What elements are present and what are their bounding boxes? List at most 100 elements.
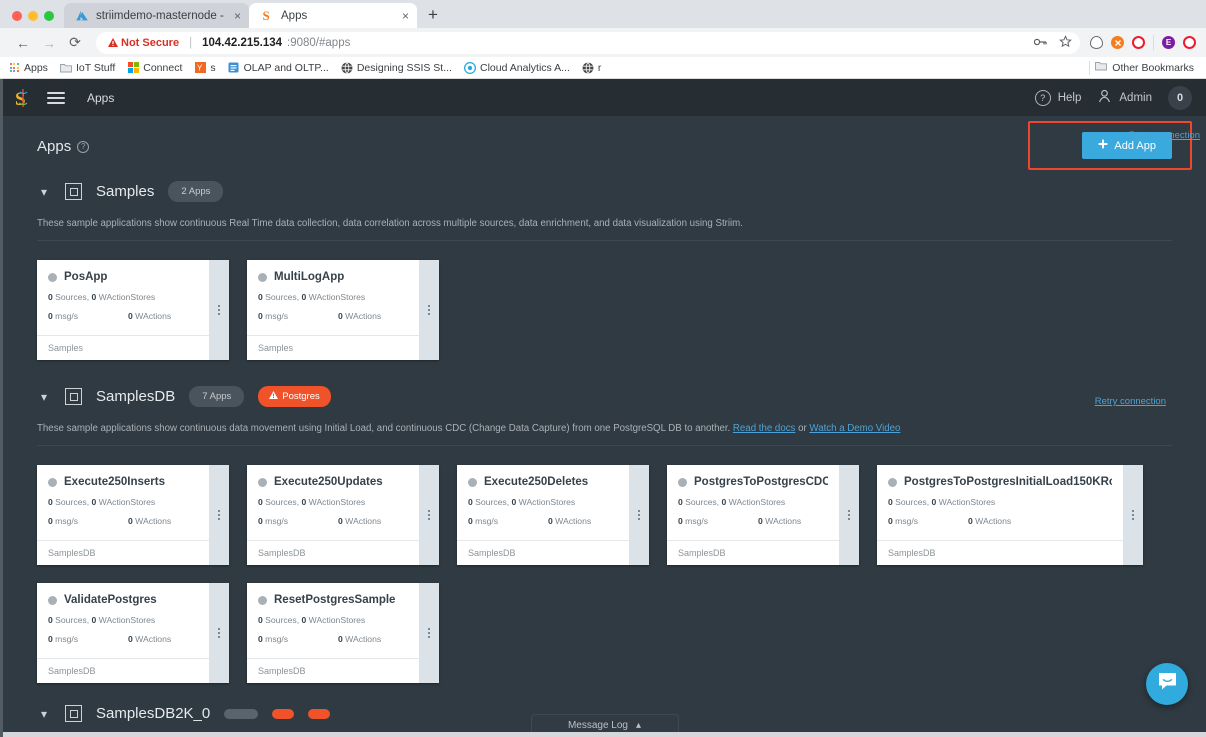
app-card[interactable]: Execute250Deletes 0 Sources, 0 WActionSt… (457, 465, 649, 565)
apps-page: Apps ? Add App ▾ Samples 2 Apps (3, 116, 1206, 737)
app-card[interactable]: Execute250Inserts 0 Sources, 0 WActionSt… (37, 465, 229, 565)
blue-page-icon (228, 62, 240, 74)
msgs-cell: 0 msg/s (258, 634, 338, 644)
app-card-stats: 0 Sources, 0 WActionStores 0 msg/s (48, 497, 198, 526)
striim-logo[interactable]: S (13, 87, 33, 109)
app-card-menu-button[interactable] (419, 465, 439, 565)
msgs-count: 0 (468, 516, 473, 526)
wactions-label: WActions (555, 516, 591, 526)
chevron-down-icon[interactable]: ▾ (37, 185, 51, 199)
app-card-sources-row: 0 Sources, 0 WActionStores (678, 497, 828, 507)
ghost-extension-icon[interactable] (1090, 36, 1103, 49)
section-samples-header[interactable]: ▾ Samples 2 Apps (37, 181, 1172, 202)
bookmark-r[interactable]: r (582, 62, 602, 74)
section-samplesdb-header[interactable]: ▾ SamplesDB 7 Apps Postgres Retry connec… (37, 386, 1172, 407)
app-card-namespace: SamplesDB (37, 658, 209, 683)
profile-avatar[interactable]: E (1162, 36, 1175, 49)
forward-icon[interactable]: → (36, 35, 62, 51)
app-card-menu-button[interactable] (839, 465, 859, 565)
minimize-window-button[interactable] (28, 11, 38, 21)
reload-icon[interactable]: ⟳ (62, 34, 88, 51)
status-badge-postgres[interactable]: Postgres (258, 386, 331, 407)
wactionstores-label: WActionStores (99, 615, 156, 625)
app-card-menu-button[interactable] (629, 465, 649, 565)
section-bottom-badge-1[interactable] (272, 709, 294, 719)
app-card[interactable]: PostgresToPostgresCDC 0 Sources, 0 WActi… (667, 465, 859, 565)
app-card-name: Execute250Updates (274, 476, 383, 488)
chevron-down-icon[interactable]: ▾ (37, 390, 51, 404)
close-tab-1-icon[interactable]: × (234, 10, 241, 22)
watch-demo-video-link[interactable]: Watch a Demo Video (809, 423, 900, 434)
retry-connection-link[interactable]: Retry connection (1095, 396, 1166, 407)
opera-extension-icon-2[interactable] (1183, 36, 1196, 49)
section-bottom-badge-2[interactable] (308, 709, 330, 719)
back-icon[interactable]: ← (10, 35, 36, 51)
app-card[interactable]: ResetPostgresSample 0 Sources, 0 WAction… (247, 583, 439, 683)
app-card-menu-button[interactable] (1123, 465, 1143, 565)
app-card-menu-button[interactable] (419, 260, 439, 360)
section-samplesdb-title: SamplesDB (96, 388, 175, 405)
wactions-count: 0 (128, 634, 133, 644)
app-card-top: PosApp 0 Sources, 0 WActionStores (37, 260, 209, 335)
new-tab-button[interactable]: + (417, 6, 449, 28)
hamburger-icon[interactable] (47, 92, 65, 104)
bookmark-designing-ssis-label: Designing SSIS St... (357, 62, 452, 74)
bookmark-apps[interactable]: Apps (8, 62, 48, 74)
app-card-rate-row: 0 msg/s 0 WActions (48, 516, 198, 526)
msgs-count: 0 (48, 516, 53, 526)
browser-tab-2[interactable]: S Apps × (249, 3, 417, 28)
close-tab-2-icon[interactable]: × (402, 10, 409, 22)
bookmark-s[interactable]: Y s (194, 62, 215, 74)
globe-icon (341, 62, 353, 74)
chat-bubble-button[interactable] (1146, 663, 1188, 705)
app-header-title: Apps (87, 91, 114, 105)
user-menu[interactable]: Admin (1097, 89, 1152, 107)
app-card-stats: 0 Sources, 0 WActionStores 0 msg/s (258, 292, 408, 321)
other-bookmarks[interactable]: Other Bookmarks (1089, 61, 1198, 75)
orange-extension-icon[interactable] (1111, 36, 1124, 49)
browser-tab-2-title: Apps (281, 10, 395, 22)
url-host: 104.42.215.134 (202, 37, 282, 49)
bookmark-olap-oltp[interactable]: OLAP and OLTP... (228, 62, 329, 74)
app-card-menu-button[interactable] (419, 583, 439, 683)
app-card-menu-button[interactable] (209, 583, 229, 683)
wactions-count: 0 (338, 634, 343, 644)
app-card-name-row: ResetPostgresSample (258, 594, 408, 606)
app-card[interactable]: PosApp 0 Sources, 0 WActionStores (37, 260, 229, 360)
read-the-docs-link[interactable]: Read the docs (733, 423, 795, 434)
help-button[interactable]: ? Help (1035, 90, 1082, 106)
app-card-menu-button[interactable] (209, 465, 229, 565)
app-card[interactable]: PostgresToPostgresInitialLoad150KRows 0 … (877, 465, 1143, 565)
sources-label: Sources, (685, 497, 719, 507)
toolbar-divider (1153, 35, 1154, 50)
status-indicator-icon (678, 478, 687, 487)
address-bar[interactable]: Not Secure | 104.42.215.134 :9080/#apps (96, 32, 1080, 54)
app-card-top: PostgresToPostgresCDC 0 Sources, 0 WActi… (667, 465, 839, 540)
bookmark-designing-ssis[interactable]: Designing SSIS St... (341, 62, 452, 74)
notification-counter[interactable]: 0 (1168, 86, 1192, 110)
app-card[interactable]: Execute250Updates 0 Sources, 0 WActionSt… (247, 465, 439, 565)
not-secure-warning[interactable]: Not Secure (108, 37, 179, 49)
question-circle-icon[interactable]: ? (77, 141, 89, 153)
chevron-down-icon[interactable]: ▾ (37, 707, 51, 721)
app-card-top: Execute250Inserts 0 Sources, 0 WActionSt… (37, 465, 209, 540)
app-card[interactable]: MultiLogApp 0 Sources, 0 WActionStores (247, 260, 439, 360)
bookmark-connect[interactable]: Connect (127, 62, 182, 74)
bookmark-cloud-analytics[interactable]: Cloud Analytics A... (464, 62, 570, 74)
retry-connection-link-bottom[interactable]: Retry connection (1129, 130, 1200, 141)
app-card-rate-row: 0 msg/s 0 WActions (258, 516, 408, 526)
star-icon[interactable] (1059, 35, 1072, 51)
app-card[interactable]: ValidatePostgres 0 Sources, 0 WActionSto… (37, 583, 229, 683)
chevron-up-icon[interactable]: ▴ (636, 720, 641, 731)
wactions-cell: 0 WActions (128, 311, 171, 321)
maximize-window-button[interactable] (44, 11, 54, 21)
bookmark-iot-stuff[interactable]: IoT Stuff (60, 62, 115, 74)
msgs-count: 0 (888, 516, 893, 526)
opera-extension-icon[interactable] (1132, 36, 1145, 49)
app-card-menu-button[interactable] (209, 260, 229, 360)
horizontal-scrollbar[interactable] (3, 732, 1206, 737)
msgs-label: msg/s (685, 516, 708, 526)
key-icon[interactable] (1034, 36, 1047, 50)
browser-tab-1[interactable]: striimdemo-masternode - Mic × (64, 3, 249, 28)
close-window-button[interactable] (12, 11, 22, 21)
